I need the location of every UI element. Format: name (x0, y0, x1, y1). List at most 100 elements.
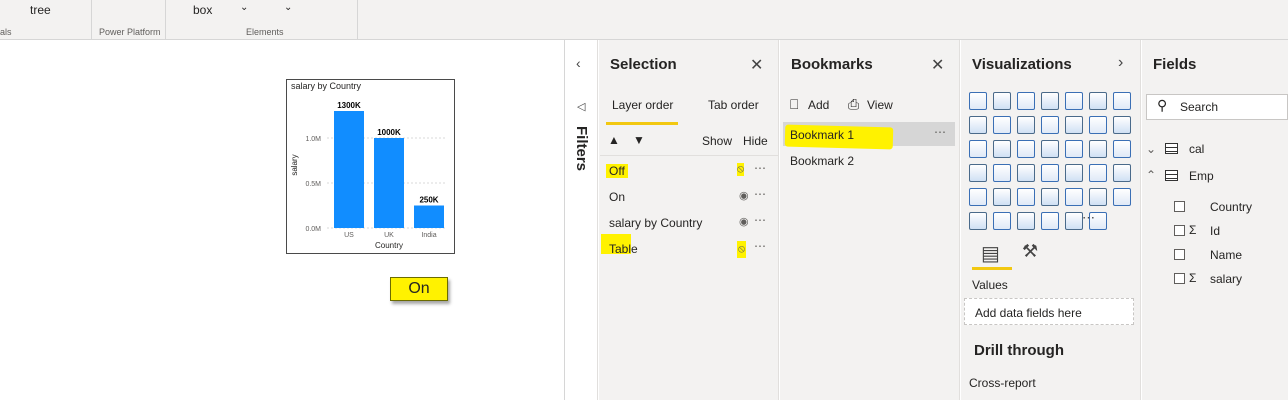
visual-type-icon[interactable] (1113, 164, 1131, 182)
field-checkbox[interactable] (1174, 201, 1185, 212)
visual-type-icon[interactable] (1113, 92, 1131, 110)
visual-type-icon[interactable] (1017, 188, 1035, 206)
more-visuals-icon[interactable]: ⋯ (1082, 210, 1095, 226)
visual-type-icon[interactable] (1065, 164, 1083, 182)
field-salary[interactable]: salary (1210, 272, 1242, 286)
sigma-icon: Σ (1189, 271, 1197, 285)
report-canvas[interactable] (0, 40, 565, 400)
fields-well-icon[interactable]: ▤ (981, 241, 1000, 266)
field-table-emp[interactable]: Emp (1189, 169, 1214, 183)
visual-type-icon[interactable] (1089, 116, 1107, 134)
more-options-icon[interactable]: ⋯ (754, 239, 767, 253)
view-button[interactable]: View (867, 98, 893, 112)
visual-type-icon[interactable] (1065, 116, 1083, 134)
add-bookmark-button[interactable]: Add (808, 98, 829, 112)
y-tick-label: 1.0M (305, 136, 321, 143)
on-button[interactable]: On (390, 277, 448, 301)
ribbon-item-tree[interactable]: tree (30, 3, 51, 17)
chart-visual[interactable]: salary by Country 0.0M 0.5M 1.0M salary 1300… (286, 79, 455, 254)
visual-type-icon[interactable] (1041, 164, 1059, 182)
bar (374, 138, 404, 228)
visual-type-icon[interactable] (1065, 212, 1083, 230)
visual-type-icon[interactable] (993, 212, 1011, 230)
visual-type-icon[interactable] (1113, 140, 1131, 158)
eye-hidden-icon[interactable]: ⦸ (737, 163, 745, 176)
more-options-icon[interactable]: ⋯ (934, 125, 947, 139)
visual-type-icon[interactable] (1017, 116, 1035, 134)
visual-type-icon[interactable] (993, 116, 1011, 134)
eye-hidden-icon[interactable]: ⦸ (737, 241, 747, 258)
bookmark-item-1[interactable]: Bookmark 1 (790, 128, 854, 142)
visual-type-icon[interactable] (1065, 140, 1083, 158)
eye-icon[interactable]: ◉ (739, 189, 749, 202)
visual-type-icon[interactable] (1065, 92, 1083, 110)
x-tick-label: India (421, 232, 436, 239)
ribbon-group-visuals: tree als (0, 0, 92, 39)
view-icon[interactable]: ⎙ (848, 96, 859, 113)
more-options-icon[interactable]: ⋯ (754, 187, 767, 201)
layer-item-table[interactable]: Table (609, 242, 638, 256)
hide-all-button[interactable]: Hide (743, 134, 768, 148)
layer-item-on[interactable]: On (609, 190, 625, 204)
visual-type-icon[interactable] (1041, 116, 1059, 134)
field-id[interactable]: Id (1210, 224, 1220, 238)
visual-type-icon[interactable] (1089, 140, 1107, 158)
more-options-icon[interactable]: ⋯ (754, 213, 767, 227)
visual-type-icon[interactable] (1041, 92, 1059, 110)
chevron-down-icon[interactable]: ⌄ (1146, 142, 1156, 156)
filters-pane-collapsed[interactable] (566, 40, 598, 400)
visual-type-icon[interactable] (969, 116, 987, 134)
format-paint-icon[interactable]: ⚒ (1022, 241, 1038, 262)
close-icon[interactable]: ✕ (750, 55, 763, 75)
add-bookmark-icon[interactable]: ⎕ (790, 96, 798, 113)
filters-label[interactable]: Filters (573, 126, 590, 171)
visual-type-icon[interactable] (1113, 188, 1131, 206)
visual-type-icon[interactable] (969, 140, 987, 158)
field-name[interactable]: Name (1210, 248, 1242, 262)
sigma-icon: Σ (1189, 223, 1197, 237)
visual-type-icon[interactable] (969, 212, 987, 230)
field-table-cal[interactable]: cal (1189, 142, 1204, 156)
ribbon-item-box[interactable]: box (193, 3, 212, 17)
ribbon-group-label: als (0, 27, 12, 37)
visual-type-icon[interactable] (993, 140, 1011, 158)
field-checkbox[interactable] (1174, 225, 1185, 236)
visual-type-icon[interactable] (1089, 164, 1107, 182)
visual-type-icon[interactable] (969, 92, 987, 110)
chevron-down-icon[interactable]: ⌄ (284, 2, 292, 13)
chevron-left-icon[interactable]: ‹ (576, 55, 581, 71)
visual-type-icon[interactable] (993, 188, 1011, 206)
layer-item-salary-by-country[interactable]: salary by Country (609, 216, 702, 230)
chevron-up-icon[interactable]: ⌃ (1146, 168, 1156, 182)
visual-type-icon[interactable] (993, 92, 1011, 110)
bookmark-item-2[interactable]: Bookmark 2 (790, 154, 854, 168)
close-icon[interactable]: ✕ (931, 55, 944, 75)
move-down-icon[interactable]: ▼ (633, 133, 645, 147)
chevron-right-icon[interactable]: › (1118, 54, 1123, 72)
visual-type-icon[interactable] (969, 188, 987, 206)
more-options-icon[interactable]: ⋯ (754, 161, 767, 175)
visual-type-icon[interactable] (1113, 116, 1131, 134)
eye-icon[interactable]: ◉ (739, 215, 749, 228)
visual-type-icon[interactable] (1089, 188, 1107, 206)
visual-type-icon[interactable] (1017, 212, 1035, 230)
visual-type-icon[interactable] (1017, 140, 1035, 158)
visual-type-icon[interactable] (1089, 92, 1107, 110)
layer-item-off[interactable]: Off (606, 164, 628, 178)
visual-type-icon[interactable] (993, 164, 1011, 182)
visual-type-icon[interactable] (1017, 164, 1035, 182)
chevron-down-icon[interactable]: ⌄ (240, 2, 248, 13)
field-country[interactable]: Country (1210, 200, 1252, 214)
visual-type-icon[interactable] (1041, 140, 1059, 158)
tab-layer-order[interactable]: Layer order (612, 98, 673, 112)
visual-type-icon[interactable] (1065, 188, 1083, 206)
visual-type-icon[interactable] (1041, 188, 1059, 206)
visual-type-icon[interactable] (1041, 212, 1059, 230)
tab-tab-order[interactable]: Tab order (708, 98, 759, 112)
visual-type-icon[interactable] (969, 164, 987, 182)
show-all-button[interactable]: Show (702, 134, 732, 148)
field-checkbox[interactable] (1174, 273, 1185, 284)
visual-type-icon[interactable] (1017, 92, 1035, 110)
field-checkbox[interactable] (1174, 249, 1185, 260)
move-up-icon[interactable]: ▲ (608, 133, 620, 147)
